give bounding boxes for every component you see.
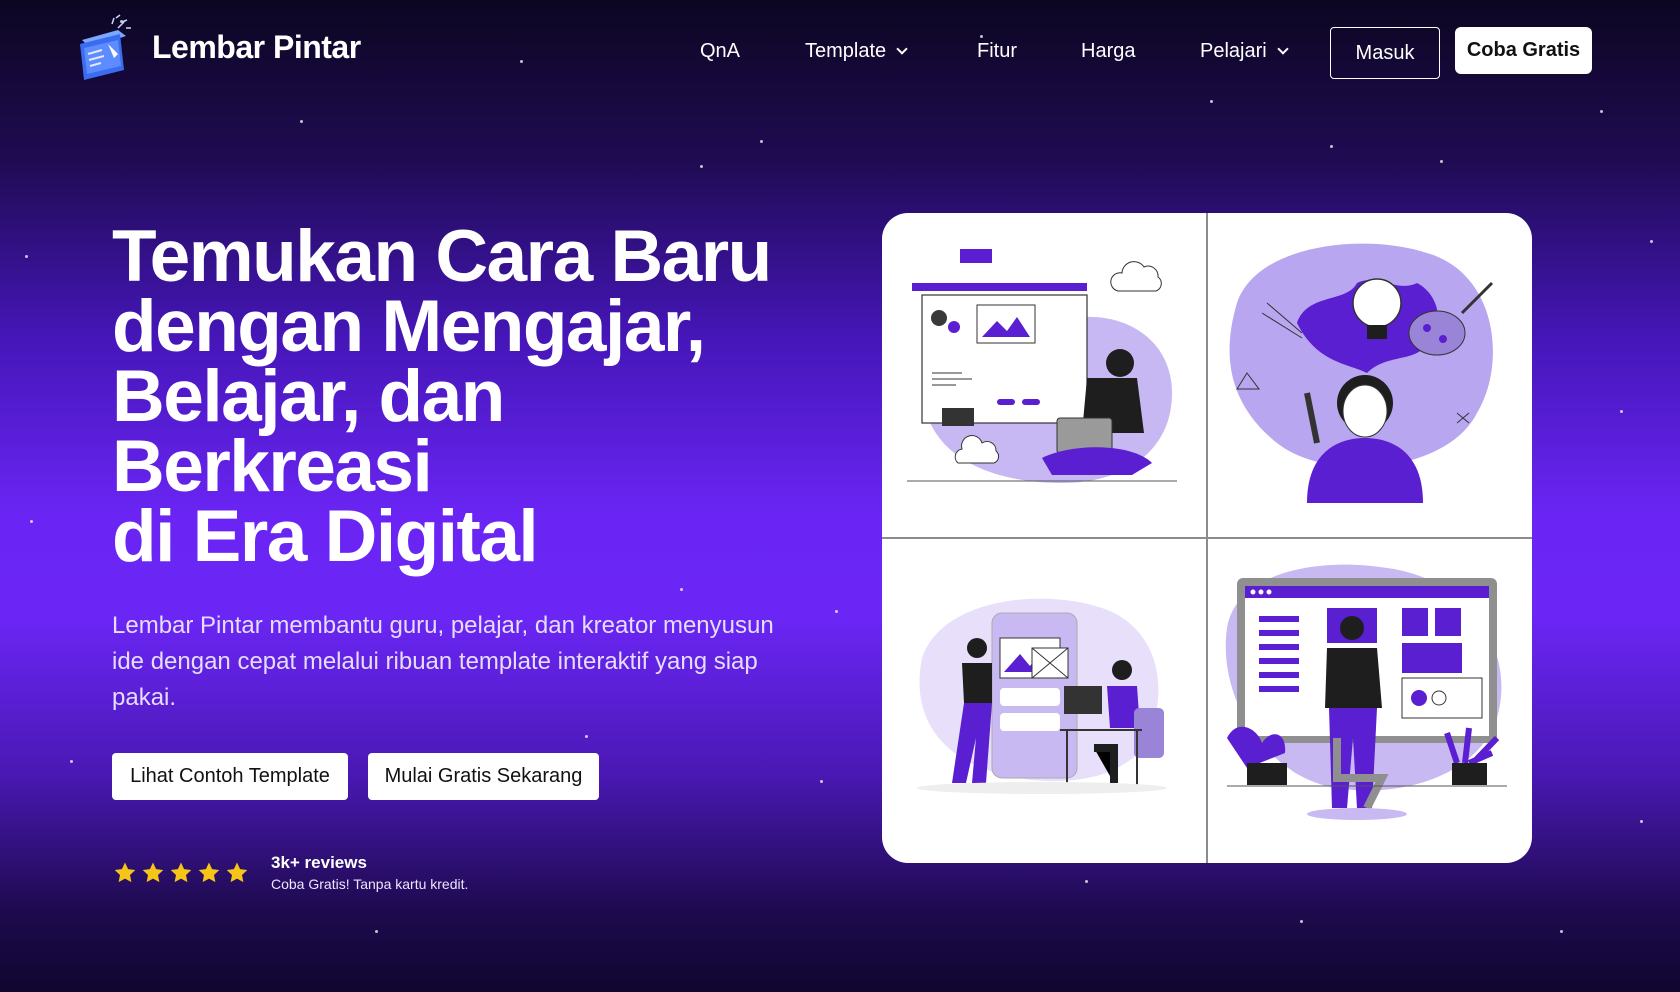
nav-item-pelajari[interactable]: Pelajari <box>1200 40 1289 63</box>
login-button[interactable]: Masuk <box>1330 27 1440 79</box>
book-rocket-icon <box>74 14 136 80</box>
nav-item-label: Fitur <box>977 40 1017 62</box>
star-icon <box>114 862 136 883</box>
hero-title-line: Belajar, dan <box>112 356 505 437</box>
rating-stars <box>113 861 249 885</box>
brand-name: Lembar Pintar <box>152 28 361 65</box>
nav-item-harga[interactable]: Harga <box>1081 40 1135 63</box>
chevron-down-icon <box>896 42 908 55</box>
rating-block: 3k+ reviews Coba Gratis! Tanpa kartu kre… <box>113 852 468 894</box>
hero-title-line: dengan Mengajar, <box>112 286 706 367</box>
nav-item-label: Pelajari <box>1200 40 1267 62</box>
chevron-down-icon <box>1277 42 1289 55</box>
app-design-team-illustration <box>882 538 1206 862</box>
hero-description: Lembar Pintar membantu guru, pelajar, da… <box>112 612 774 711</box>
web-design-illustration <box>882 213 1206 537</box>
start-free-button[interactable]: Mulai Gratis Sekarang <box>368 753 599 800</box>
site-header: Lembar Pintar QnA Template Fitur Harga P… <box>0 0 1680 104</box>
review-subtext: Coba Gratis! Tanpa kartu kredit. <box>271 876 469 892</box>
signup-button[interactable]: Coba Gratis <box>1455 27 1592 74</box>
nav-item-qna[interactable]: QnA <box>700 40 740 63</box>
nav-item-fitur[interactable]: Fitur <box>977 40 1017 63</box>
star-icon <box>142 862 164 883</box>
creative-idea-illustration <box>1207 213 1531 537</box>
star-icon <box>226 862 248 883</box>
star-icon <box>170 862 192 883</box>
nav-item-label: Harga <box>1081 40 1136 62</box>
brand-logo[interactable]: Lembar Pintar <box>74 14 361 80</box>
hero-title-line: di Era Digital <box>112 496 539 577</box>
review-count: 3k+ reviews <box>271 853 367 872</box>
hero-title-line: Temukan Cara Baru <box>112 216 772 297</box>
illustration-grid <box>882 213 1532 863</box>
hero-title: Temukan Cara Baru dengan Mengajar, Belaj… <box>112 216 832 577</box>
dashboard-presentation-illustration <box>1207 538 1531 862</box>
grid-divider-horizontal <box>882 537 1532 539</box>
nav-item-label: Template <box>805 40 887 62</box>
star-icon <box>198 862 220 883</box>
nav-item-label: QnA <box>700 40 741 62</box>
nav-item-template[interactable]: Template <box>805 40 908 63</box>
hero-title-line: Berkreasi <box>112 426 433 507</box>
see-templates-button[interactable]: Lihat Contoh Template <box>112 753 348 800</box>
review-summary: 3k+ reviews Coba Gratis! Tanpa kartu kre… <box>271 852 468 894</box>
